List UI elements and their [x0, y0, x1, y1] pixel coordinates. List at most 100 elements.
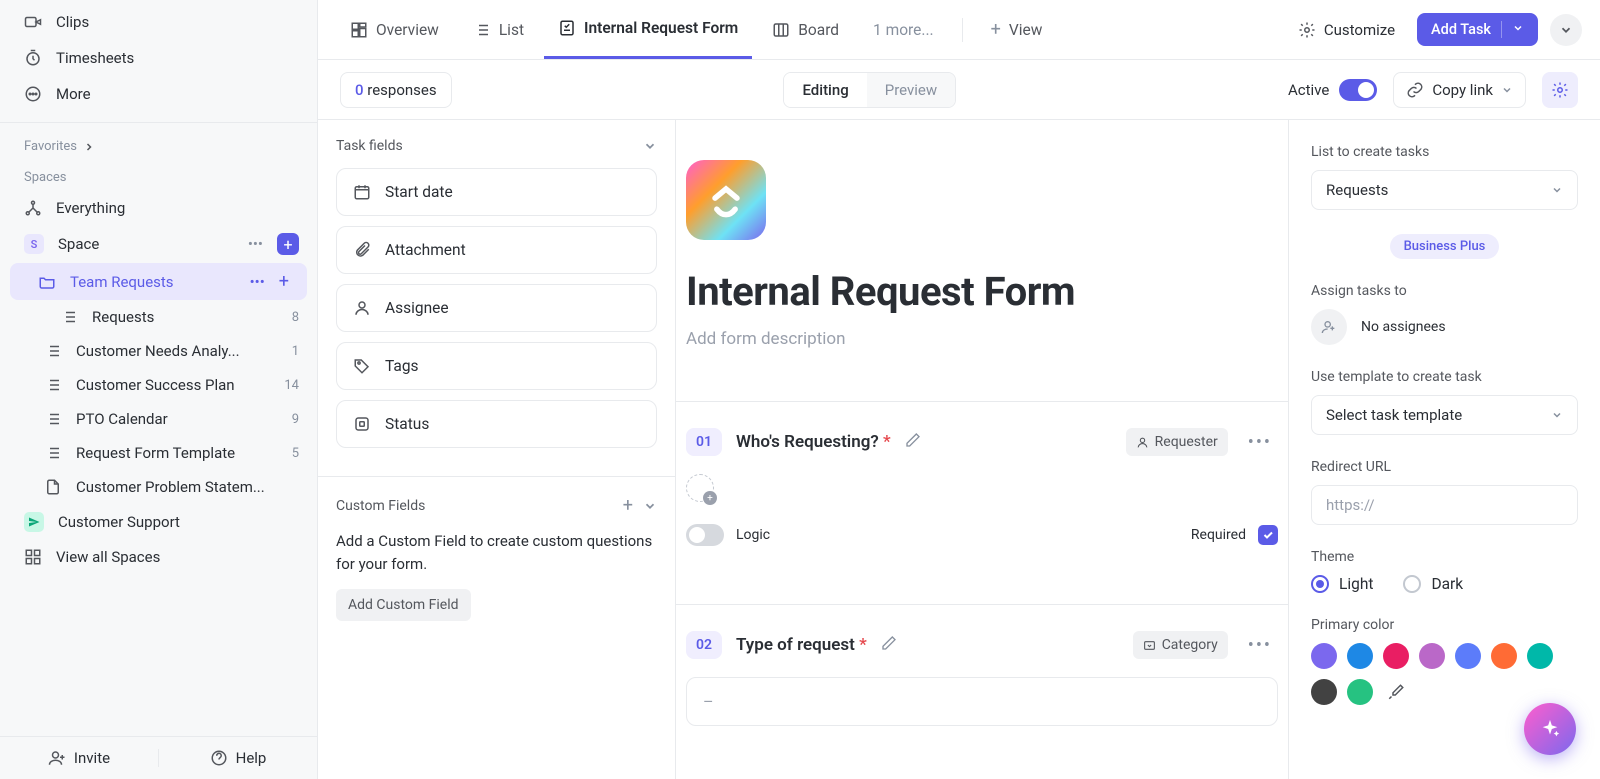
question-field-tag[interactable]: Category: [1133, 631, 1228, 659]
edit-icon[interactable]: [905, 432, 921, 452]
chevron-down-icon: [1551, 409, 1563, 421]
help-button[interactable]: Help: [159, 749, 317, 767]
task-fields-header[interactable]: Task fields: [336, 138, 657, 154]
color-swatch[interactable]: [1419, 643, 1445, 669]
settings-button[interactable]: [1542, 72, 1578, 108]
sidebar-item-list[interactable]: PTO Calendar 9: [0, 402, 317, 436]
sidebar-item-view-all-spaces[interactable]: View all Spaces: [0, 540, 317, 574]
list-select[interactable]: Requests: [1311, 170, 1578, 210]
folder-open-icon: [38, 273, 56, 291]
tab-more[interactable]: 1 more...: [859, 0, 948, 59]
tab-overview[interactable]: Overview: [336, 0, 453, 59]
sidebar-item-list[interactable]: Customer Problem Statem...: [0, 470, 317, 504]
question-field-tag[interactable]: Requester: [1126, 428, 1228, 456]
color-swatch[interactable]: [1347, 643, 1373, 669]
grid-icon: [24, 548, 42, 566]
question-title[interactable]: Who's Requesting? *: [736, 432, 891, 452]
copy-link-button[interactable]: Copy link: [1393, 72, 1526, 108]
field-attachment[interactable]: Attachment: [336, 226, 657, 274]
redirect-input[interactable]: https://: [1311, 485, 1578, 525]
add-custom-field-button[interactable]: Add Custom Field: [336, 589, 471, 621]
ai-fab[interactable]: [1524, 703, 1576, 755]
tab-internal-request-form[interactable]: Internal Request Form: [544, 0, 752, 59]
doc-icon: [44, 478, 62, 496]
theme-label: Theme: [1311, 549, 1578, 565]
sidebar-item-requests[interactable]: Requests 8: [0, 300, 317, 334]
responses-pill[interactable]: 0 responses: [340, 72, 452, 108]
logic-toggle[interactable]: [686, 524, 724, 546]
color-swatch[interactable]: [1347, 679, 1373, 705]
color-swatch[interactable]: [1455, 643, 1481, 669]
sidebar-item-label: Clips: [56, 13, 89, 31]
assign-selector[interactable]: No assignees: [1311, 309, 1578, 345]
segment-editing[interactable]: Editing: [784, 73, 866, 107]
color-swatch[interactable]: [1491, 643, 1517, 669]
field-assignee[interactable]: Assignee: [336, 284, 657, 332]
sidebar-item-everything[interactable]: Everything: [0, 191, 317, 225]
theme-light-radio[interactable]: Light: [1311, 575, 1373, 593]
chevron-right-icon: [83, 141, 95, 153]
sidebar-item-list[interactable]: Customer Success Plan 14: [0, 368, 317, 402]
chevron-down-icon[interactable]: [1501, 21, 1524, 38]
segment-preview[interactable]: Preview: [867, 73, 955, 107]
theme-dark-radio[interactable]: Dark: [1403, 575, 1463, 593]
sidebar-item-clips[interactable]: Clips: [0, 4, 317, 40]
template-select[interactable]: Select task template: [1311, 395, 1578, 435]
chevron-down-icon[interactable]: [643, 499, 657, 513]
list-icon: [60, 308, 78, 326]
space-avatar: S: [24, 234, 44, 254]
form-title[interactable]: Internal Request Form: [686, 268, 1278, 315]
tab-board[interactable]: Board: [758, 0, 853, 59]
assignee-placeholder[interactable]: [686, 474, 714, 502]
field-status[interactable]: Status: [336, 400, 657, 448]
required-star: *: [883, 432, 891, 452]
form-logo[interactable]: [686, 160, 766, 240]
custom-fields-header[interactable]: Custom Fields +: [336, 495, 657, 516]
question-title[interactable]: Type of request *: [736, 635, 867, 655]
spaces-section: Spaces: [0, 160, 317, 191]
question-more[interactable]: •••: [1242, 635, 1278, 656]
logic-label: Logic: [736, 527, 770, 543]
tab-list[interactable]: List: [459, 0, 538, 59]
add-task-button[interactable]: Add Task: [1417, 13, 1538, 46]
add-button[interactable]: +: [277, 233, 299, 255]
sidebar-item-customer-support[interactable]: Customer Support: [0, 504, 317, 540]
field-tags[interactable]: Tags: [336, 342, 657, 390]
active-toggle[interactable]: [1339, 79, 1377, 101]
attachment-icon: [353, 241, 371, 259]
template-label: Use template to create task: [1311, 369, 1578, 385]
question-input[interactable]: –: [686, 677, 1278, 726]
sidebar-item-label: More: [56, 85, 91, 103]
form-description[interactable]: Add form description: [686, 329, 1278, 349]
color-picker-icon[interactable]: [1383, 679, 1409, 705]
ellipsis-icon[interactable]: •••: [248, 235, 263, 253]
board-icon: [772, 21, 790, 39]
more-button[interactable]: [1550, 14, 1582, 46]
color-swatch[interactable]: [1311, 643, 1337, 669]
required-label: Required: [1191, 527, 1246, 543]
add-view-button[interactable]: + View: [977, 0, 1057, 59]
edit-icon[interactable]: [881, 635, 897, 655]
sidebar-item-more[interactable]: More: [0, 76, 317, 112]
question-more[interactable]: •••: [1242, 432, 1278, 453]
invite-button[interactable]: Invite: [0, 749, 158, 767]
color-swatch[interactable]: [1311, 679, 1337, 705]
sidebar-item-list[interactable]: Customer Needs Analy... 1: [0, 334, 317, 368]
sidebar-item-label: Timesheets: [56, 49, 134, 67]
add-icon[interactable]: +: [279, 271, 289, 292]
list-icon: [44, 444, 62, 462]
color-swatch[interactable]: [1383, 643, 1409, 669]
edit-preview-segment: Editing Preview: [783, 72, 956, 108]
sidebar-item-space[interactable]: S Space ••• +: [0, 225, 317, 263]
favorites-section[interactable]: Favorites: [0, 129, 317, 160]
ellipsis-icon[interactable]: •••: [250, 273, 265, 291]
sidebar-item-timesheets[interactable]: Timesheets: [0, 40, 317, 76]
color-swatch[interactable]: [1527, 643, 1553, 669]
sidebar-item-team-requests[interactable]: Team Requests ••• +: [10, 263, 307, 300]
required-checkbox[interactable]: [1258, 525, 1278, 545]
chevron-down-icon: [1551, 184, 1563, 196]
field-start-date[interactable]: Start date: [336, 168, 657, 216]
customize-button[interactable]: Customize: [1288, 15, 1405, 45]
sidebar-item-list[interactable]: Request Form Template 5: [0, 436, 317, 470]
plus-icon[interactable]: +: [623, 495, 633, 516]
